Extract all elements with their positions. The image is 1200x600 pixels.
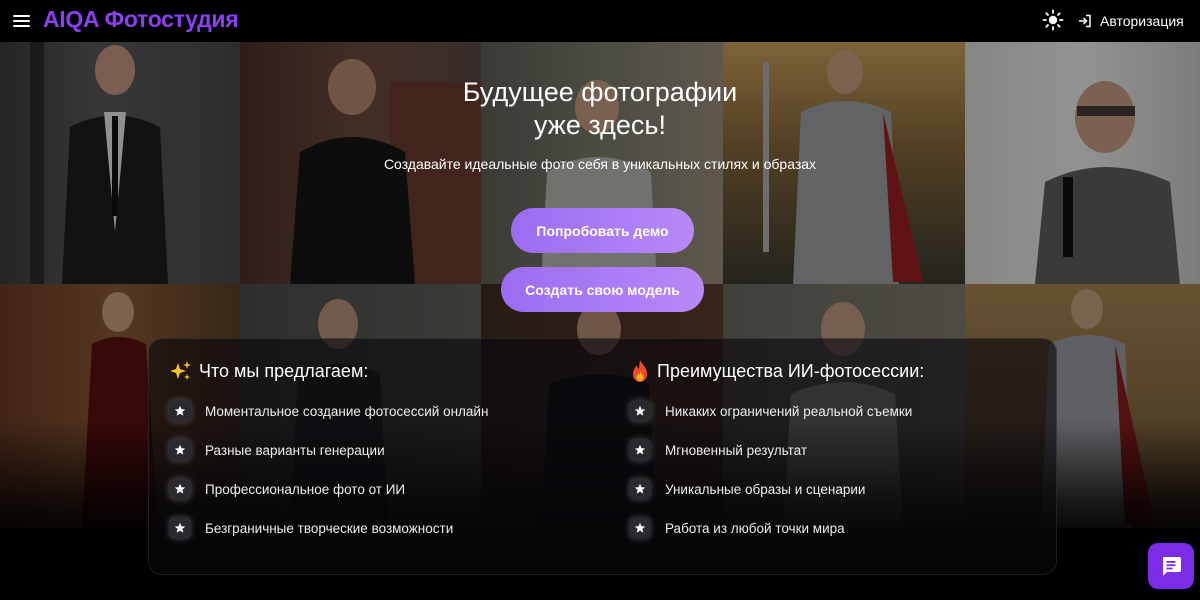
offer-item-label: Моментальное создание фотосессий онлайн (205, 403, 489, 419)
offer-item: Профессиональное фото от ИИ (169, 478, 405, 500)
sparkles-icon (170, 361, 191, 380)
benefits-item-label: Никаких ограничений реальной съемки (665, 403, 913, 419)
login-link[interactable]: Авторизация (1078, 11, 1184, 31)
offer-item-label: Безграничные творческие возможности (205, 520, 454, 536)
hero-title: Будущее фотографии уже здесь! (0, 76, 1200, 142)
star-icon (169, 517, 191, 539)
benefits-item: Работа из любой точки мира (629, 517, 845, 539)
benefits-item-label: Мгновенный результат (665, 442, 808, 458)
chat-icon (1163, 557, 1181, 576)
hero-title-line2: уже здесь! (533, 110, 666, 140)
star-icon (169, 439, 191, 461)
login-icon (1079, 14, 1091, 28)
star-icon (629, 517, 651, 539)
offer-heading: Что мы предлагаем: (169, 359, 368, 383)
benefits-title: Преимущества ИИ-фотосессии: (657, 360, 925, 381)
try-demo-button[interactable]: Попробовать демо (511, 208, 694, 253)
benefits-item: Уникальные образы и сценарии (629, 478, 865, 500)
star-icon (629, 439, 651, 461)
benefits-heading: Преимущества ИИ-фотосессии: (629, 359, 924, 383)
benefits-item-label: Уникальные образы и сценарии (665, 481, 866, 497)
sun-icon[interactable] (1042, 9, 1064, 31)
star-icon (629, 478, 651, 500)
login-label: Авторизация (1100, 13, 1184, 29)
benefits-item-label: Работа из любой точки мира (665, 520, 845, 536)
create-model-button[interactable]: Создать свою модель (501, 267, 704, 312)
chat-button[interactable] (1148, 543, 1194, 589)
offer-item: Безграничные творческие возможности (169, 517, 453, 539)
offer-item: Разные варианты генерации (169, 439, 385, 461)
star-icon (629, 400, 651, 422)
brand-logo[interactable]: AIQA Фотостудия (43, 6, 239, 33)
benefits-item: Мгновенный результат (629, 439, 807, 461)
star-icon (169, 400, 191, 422)
star-icon (169, 478, 191, 500)
hero-subtitle: Создавайте идеальные фото себя в уникаль… (383, 156, 817, 172)
offer-title: Что мы предлагаем: (199, 360, 369, 381)
top-header: AIQA Фотостудия Авторизация (0, 0, 1200, 42)
offer-item: Моментальное создание фотосессий онлайн (169, 400, 488, 422)
benefits-item: Никаких ограничений реальной съемки (629, 400, 912, 422)
hero-title-line1: Будущее фотографии (462, 77, 738, 107)
fire-icon (633, 360, 647, 382)
offer-item-label: Разные варианты генерации (205, 442, 385, 458)
hamburger-menu-icon[interactable] (12, 11, 32, 31)
features-card: Что мы предлагаем: Моментальное создание… (148, 338, 1057, 575)
offer-item-label: Профессиональное фото от ИИ (205, 481, 406, 497)
